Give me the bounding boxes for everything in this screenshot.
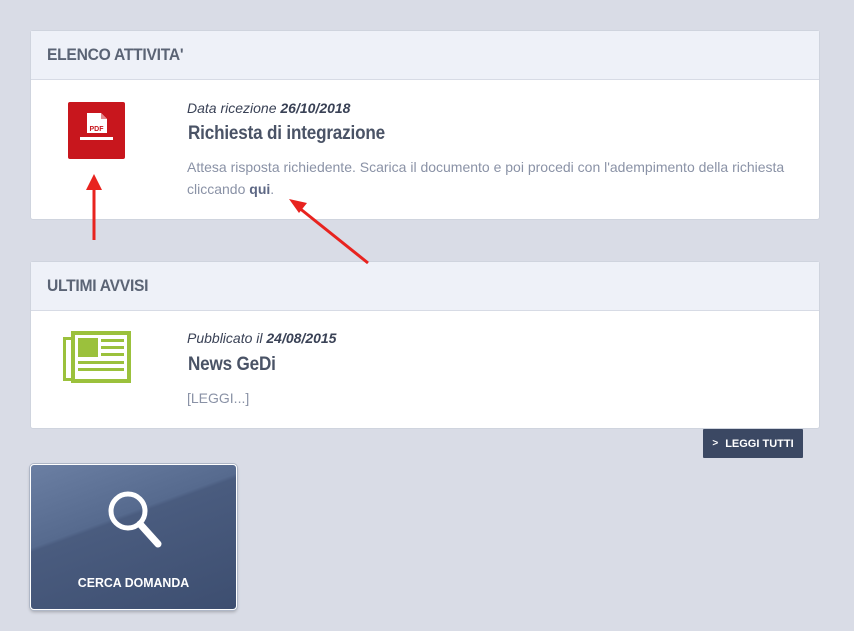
news-panel-title: ULTIMI AVVISI	[47, 276, 149, 295]
news-read-more[interactable]: [LEGGI...]	[187, 387, 807, 409]
search-icon	[102, 487, 166, 551]
tasks-panel-header: ELENCO ATTIVITA'	[31, 31, 819, 80]
news-panel-header: ULTIMI AVVISI	[31, 262, 819, 311]
news-panel: ULTIMI AVVISI Pubblicato il 24/08/2015 N…	[30, 261, 820, 429]
news-item: Pubblicato il 24/08/2015 News GeDi [LEGG…	[31, 311, 819, 428]
task-download-link[interactable]: qui	[249, 181, 270, 197]
task-date: Data ricezione 26/10/2018	[187, 100, 351, 116]
pdf-icon-label: PDF	[90, 126, 105, 133]
pdf-icon[interactable]: PDF	[68, 102, 125, 159]
tasks-panel: ELENCO ATTIVITA' PDF Data ricezione 26/1…	[30, 30, 820, 220]
news-title[interactable]: News GeDi	[188, 354, 276, 376]
task-title[interactable]: Richiesta di integrazione	[188, 123, 385, 145]
search-application-tile[interactable]: CERCA DOMANDA	[30, 464, 237, 610]
chevron-right-icon: >	[712, 438, 719, 449]
tasks-panel-title: ELENCO ATTIVITA'	[47, 45, 184, 64]
task-item: PDF Data ricezione 26/10/2018 Richiesta …	[31, 80, 819, 219]
read-all-button[interactable]: > LEGGI TUTTI	[703, 429, 803, 458]
search-tile-label: CERCA DOMANDA	[77, 575, 190, 590]
task-description: Attesa risposta richiedente. Scarica il …	[187, 159, 785, 197]
newspaper-icon	[63, 331, 131, 383]
news-date: Pubblicato il 24/08/2015	[187, 330, 337, 346]
